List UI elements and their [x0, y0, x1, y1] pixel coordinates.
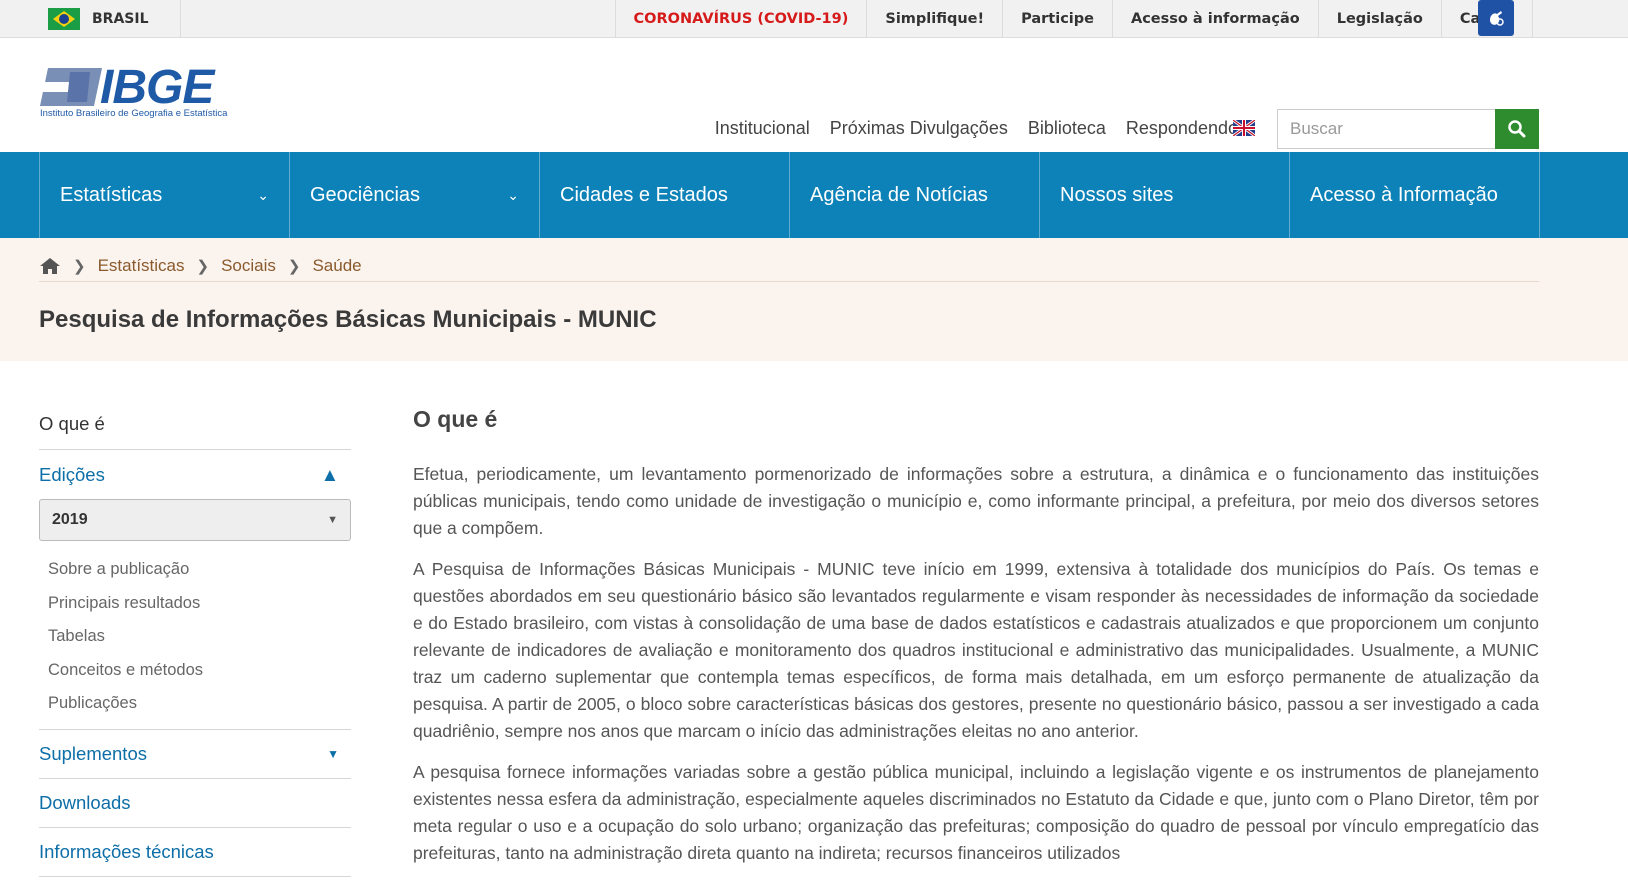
- main-nav: Estatísticas ⌄ Geociências ⌄ Cidades e Est…: [0, 152, 1628, 238]
- gov-bar: BRASIL CORONAVÍRUS (COVID-19) Simplifiqu…: [0, 0, 1628, 38]
- sidebar-item-suplementos[interactable]: Suplementos ▼: [39, 730, 351, 779]
- breadcrumb-item-saude[interactable]: Saúde: [312, 256, 361, 276]
- home-icon[interactable]: [39, 257, 61, 275]
- chevron-down-icon: ⌄: [257, 186, 269, 203]
- header-link-respondendo[interactable]: Respondendo: [1126, 118, 1238, 139]
- libras-accessibility-icon[interactable]: [1478, 0, 1514, 36]
- nav-item-geociencias[interactable]: Geociências ⌄: [290, 152, 540, 238]
- header-links: Institucional Próximas Divulgações Bibli…: [695, 118, 1238, 139]
- caret-up-icon: ▲: [320, 463, 339, 485]
- search-icon: [1508, 120, 1526, 138]
- caret-down-icon: ▼: [327, 746, 339, 761]
- header-link-proximas-divulgacoes[interactable]: Próximas Divulgações: [830, 118, 1008, 139]
- site-header: IBGE Instituto Brasileiro de Geografia e…: [0, 38, 1628, 149]
- nav-label: Acesso à Informação: [1310, 183, 1498, 206]
- chevron-right-icon: ❯: [73, 258, 86, 275]
- sidebar-subitem-conceitos-metodos[interactable]: Conceitos e métodos: [48, 654, 351, 688]
- sidebar-item-label: Downloads: [39, 791, 131, 813]
- chevron-right-icon: ❯: [287, 258, 301, 275]
- nav-label: Estatísticas: [60, 183, 163, 206]
- edition-select[interactable]: 2019 ▼: [39, 499, 351, 541]
- nav-label: Cidades e Estados: [560, 183, 728, 206]
- content-paragraph: A Pesquisa de Informações Básicas Munici…: [413, 559, 1539, 741]
- gov-brasil-label: BRASIL: [92, 11, 149, 27]
- nav-item-nossos-sites[interactable]: Nossos sites: [1040, 152, 1290, 238]
- gov-brasil-link[interactable]: BRASIL: [48, 0, 149, 38]
- caret-down-icon: ▼: [327, 514, 338, 526]
- nav-label: Nossos sites: [1060, 183, 1174, 206]
- search-button[interactable]: [1495, 109, 1539, 149]
- sidebar-item-edicoes[interactable]: Edições ▲: [39, 450, 351, 499]
- divider: [180, 0, 181, 38]
- main-content: O que é Efetua, periodicamente, um levan…: [413, 406, 1539, 881]
- sidebar-subitem-tabelas[interactable]: Tabelas: [48, 620, 351, 654]
- header-link-institucional[interactable]: Institucional: [715, 118, 810, 139]
- gov-link-legislacao[interactable]: Legislação: [1317, 0, 1441, 38]
- breadcrumb-item-estatisticas[interactable]: Estatísticas: [98, 256, 185, 276]
- search-input[interactable]: Buscar: [1277, 109, 1529, 149]
- sidebar-item-label: Informações técnicas: [39, 840, 214, 862]
- nav-label: Agência de Notícias: [810, 183, 988, 206]
- chevron-right-icon: ❯: [196, 258, 210, 275]
- edition-subitems: Sobre a publicação Principais resultados…: [39, 541, 351, 730]
- sidebar-item-label: Suplementos: [39, 742, 147, 764]
- ibge-logo[interactable]: IBGE Instituto Brasileiro de Geografia e…: [40, 61, 250, 120]
- chevron-down-icon: ⌄: [507, 186, 519, 203]
- nav-item-agencia-noticias[interactable]: Agência de Notícias: [790, 152, 1040, 238]
- gov-link-simplifique[interactable]: Simplifique!: [866, 0, 1002, 38]
- breadcrumb-item-sociais[interactable]: Sociais: [221, 256, 276, 276]
- sidebar-item-o-que-e[interactable]: O que é: [39, 408, 351, 450]
- page-title: Pesquisa de Informações Básicas Municipa…: [39, 306, 657, 333]
- logo-subtitle: Instituto Brasileiro de Geografia e Esta…: [40, 108, 228, 119]
- gov-link-participe[interactable]: Participe: [1002, 0, 1112, 38]
- gov-link-covid[interactable]: CORONAVÍRUS (COVID-19): [614, 0, 867, 38]
- sidebar-item-downloads[interactable]: Downloads: [39, 779, 351, 828]
- uk-flag-icon[interactable]: [1233, 120, 1255, 136]
- nav-label: Geociências: [310, 183, 421, 206]
- gov-link-acesso-informacao[interactable]: Acesso à informação: [1111, 0, 1318, 38]
- title-band: ❯ Estatísticas ❯ Sociais ❯ Saúde Pesquis…: [0, 238, 1628, 361]
- header-link-biblioteca[interactable]: Biblioteca: [1028, 118, 1106, 139]
- sidebar-subitem-sobre-publicacao[interactable]: Sobre a publicação: [48, 553, 351, 587]
- sidebar-item-informacoes-tecnicas[interactable]: Informações técnicas: [39, 828, 351, 877]
- nav-item-cidades-estados[interactable]: Cidades e Estados: [540, 152, 790, 238]
- brazil-flag-icon: [48, 8, 80, 30]
- gov-links: CORONAVÍRUS (COVID-19) Simplifique! Part…: [614, 0, 1533, 38]
- section-heading: O que é: [413, 406, 498, 432]
- content-paragraph: A pesquisa fornece informações variadas …: [413, 762, 1539, 863]
- sidebar: O que é Edições ▲ 2019 ▼ Sobre a publica…: [39, 408, 351, 877]
- breadcrumb: ❯ Estatísticas ❯ Sociais ❯ Saúde: [39, 251, 1539, 282]
- nav-item-estatisticas[interactable]: Estatísticas ⌄: [40, 152, 290, 238]
- edition-select-value: 2019: [52, 511, 88, 528]
- content-paragraph: Efetua, periodicamente, um levantamento …: [413, 464, 1539, 538]
- sidebar-subitem-principais-resultados[interactable]: Principais resultados: [48, 587, 351, 621]
- sidebar-subitem-publicacoes[interactable]: Publicações: [48, 687, 351, 721]
- logo-wordmark: IBGE: [100, 61, 214, 114]
- sidebar-item-label: O que é: [39, 413, 105, 434]
- nav-item-acesso-informacao[interactable]: Acesso à Informação: [1290, 152, 1540, 238]
- sidebar-item-label: Edições: [39, 463, 105, 485]
- ibge-logo-mark-icon: [40, 68, 102, 106]
